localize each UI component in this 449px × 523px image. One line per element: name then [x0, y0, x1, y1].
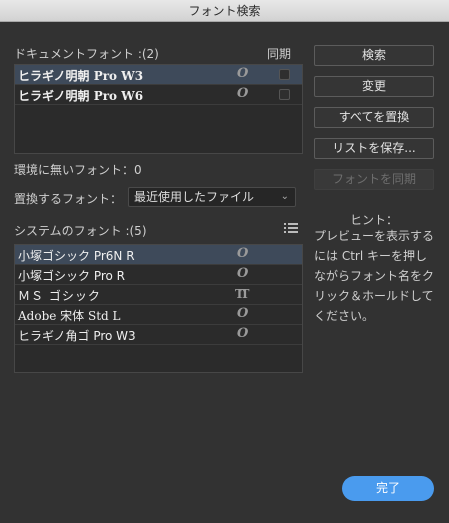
font-name: ヒラギノ角ゴ Pro W3: [18, 329, 136, 343]
font-name: Adobe 宋体 Std L: [18, 309, 121, 323]
missing-fonts-count: 環境に無いフォント：0: [14, 163, 142, 177]
sync-checkbox[interactable]: [279, 69, 290, 80]
document-fonts-header: ドキュメントフォント :(2): [14, 47, 159, 61]
system-font-row[interactable]: ＭＳ ゴシック TT: [15, 285, 302, 305]
change-button[interactable]: 変更: [314, 76, 434, 97]
document-fonts-list: ヒラギノ明朝 Pro W3 O ヒラギノ明朝 Pro W6 O: [14, 64, 303, 154]
search-button[interactable]: 検索: [314, 45, 434, 66]
window-title: フォント検索: [0, 0, 449, 22]
chevron-down-icon: ⌄: [280, 191, 289, 202]
document-font-row[interactable]: ヒラギノ明朝 Pro W3 O: [15, 65, 302, 85]
font-name: 小塚ゴシック Pro R: [18, 269, 126, 283]
font-name: ヒラギノ明朝 Pro W6: [18, 89, 144, 103]
opentype-icon: O: [237, 66, 249, 81]
system-font-row[interactable]: 小塚ゴシック Pro R O: [15, 265, 302, 285]
system-fonts-list: 小塚ゴシック Pr6N R O 小塚ゴシック Pro R O ＭＳ ゴシック T…: [14, 244, 303, 373]
font-name: ＭＳ ゴシック: [18, 289, 101, 303]
document-font-row[interactable]: ヒラギノ明朝 Pro W6 O: [15, 85, 302, 105]
sync-checkbox[interactable]: [279, 89, 290, 100]
font-name: ヒラギノ明朝 Pro W3: [18, 69, 144, 83]
opentype-icon: O: [237, 326, 249, 341]
sync-column-header: 同期: [267, 47, 292, 61]
opentype-icon: O: [237, 266, 249, 281]
replace-source-select[interactable]: 最近使用したファイル ⌄: [128, 187, 296, 207]
replace-all-button[interactable]: すべてを置換: [314, 107, 434, 128]
opentype-icon: O: [237, 306, 249, 321]
system-font-row[interactable]: ヒラギノ角ゴ Pro W3 O: [15, 325, 302, 345]
replace-source-value: 最近使用したファイル: [134, 190, 255, 204]
done-button[interactable]: 完了: [342, 476, 434, 501]
replace-with-label: 置換するフォント：: [14, 192, 123, 206]
truetype-icon: TT: [235, 287, 250, 301]
sync-fonts-button[interactable]: フォントを同期: [314, 169, 434, 190]
system-font-row[interactable]: Adobe 宋体 Std L O: [15, 305, 302, 325]
system-font-row[interactable]: 小塚ゴシック Pr6N R O: [15, 245, 302, 265]
hint-text: プレビューを表示するには Ctrl キーを押しながらフォント名をクリック＆ホール…: [314, 229, 435, 323]
save-list-button[interactable]: リストを保存...: [314, 138, 434, 159]
system-fonts-header: システムのフォント :(5): [14, 224, 147, 238]
font-name: 小塚ゴシック Pr6N R: [18, 249, 135, 263]
opentype-icon: O: [237, 246, 249, 261]
opentype-icon: O: [237, 86, 249, 101]
list-view-icon[interactable]: [284, 222, 298, 234]
